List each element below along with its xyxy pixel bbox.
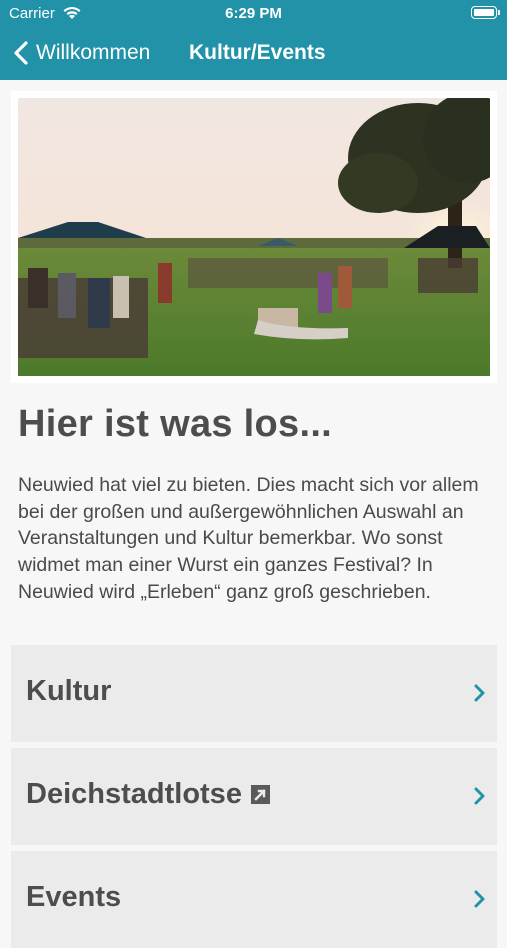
menu-item-deichstadtlotse-text: Deichstadtlotse (26, 778, 242, 810)
chevron-right-icon (474, 684, 485, 702)
chevron-right-icon (474, 787, 485, 805)
back-button-label: Willkommen (36, 41, 151, 64)
menu-item-events-text: Events (26, 881, 122, 913)
status-bar: Carrier 6:29 PM (0, 0, 507, 28)
page-title: Kultur/Events (189, 41, 326, 64)
navigation-bar: Carrier 6:29 PM Willkommen Kultur/Events (0, 0, 507, 80)
menu-item-kultur[interactable]: Kultur (11, 645, 497, 742)
hero-image-frame (11, 91, 497, 383)
section-headline: Hier ist was los... (18, 403, 333, 445)
external-link-icon (250, 785, 270, 804)
menu-item-label: Events (26, 881, 121, 914)
menu-item-deichstadtlotse[interactable]: Deichstadtlotse (11, 748, 497, 845)
back-button[interactable]: Willkommen (12, 38, 150, 68)
battery-icon (471, 6, 500, 19)
hero-image (18, 98, 490, 376)
menu-item-kultur-text: Kultur (26, 675, 112, 707)
menu-item-label: Kultur (26, 675, 111, 708)
intro-text: Neuwied hat viel zu bieten. Dies macht s… (18, 474, 479, 603)
chevron-left-icon (14, 41, 28, 65)
status-time: 6:29 PM (225, 5, 282, 22)
chevron-right-icon (474, 890, 485, 908)
menu-item-label: Deichstadtlotse (26, 778, 271, 811)
